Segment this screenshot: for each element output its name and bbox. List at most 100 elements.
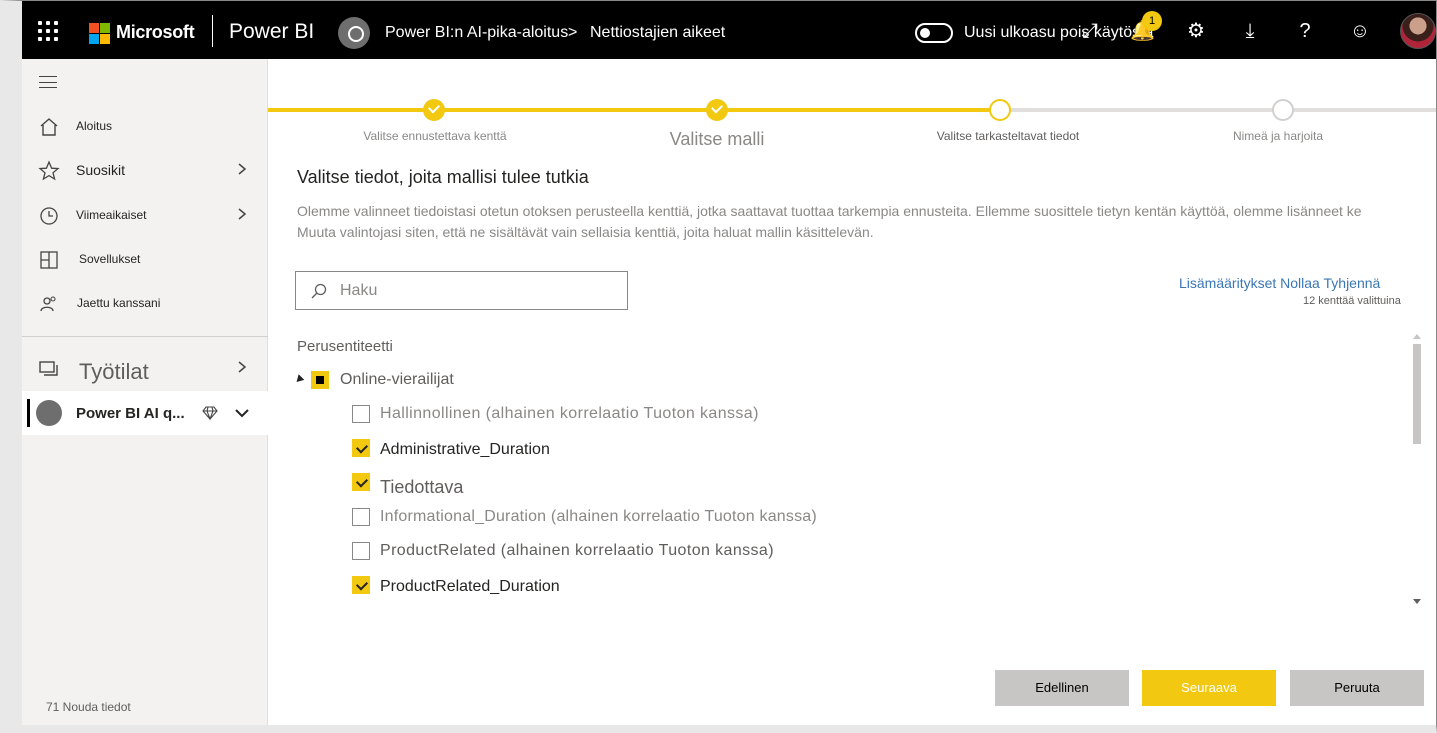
topbar-divider: [212, 15, 213, 47]
chevron-right-icon[interactable]: [235, 207, 249, 221]
app-name[interactable]: Power BI: [229, 20, 314, 44]
feedback-smiley-icon[interactable]: ☺: [1348, 19, 1372, 43]
advanced-link[interactable]: Lisämääritykset: [1179, 275, 1276, 291]
step-3-label: Valitse tarkasteltavat tiedot: [936, 129, 1080, 143]
shared-icon: [40, 296, 56, 312]
premium-diamond-icon: [202, 406, 218, 421]
workspace-avatar: [36, 400, 62, 426]
chevron-right-icon[interactable]: [235, 162, 249, 176]
entity-heading: Perusentiteetti: [297, 338, 393, 355]
sidebar-divider: [22, 336, 268, 337]
clear-link[interactable]: Tyhjennä: [1324, 275, 1381, 291]
settings-gear-icon[interactable]: ⚙: [1184, 19, 1208, 43]
scroll-up-arrow-icon[interactable]: [1413, 334, 1421, 339]
new-look-toggle-label: Uusi ulkoasu pois käytöstä: [964, 24, 1154, 41]
field-checkbox[interactable]: [352, 405, 370, 423]
new-look-toggle[interactable]: [915, 23, 953, 43]
previous-button[interactable]: Edellinen: [995, 670, 1129, 706]
notification-badge: 1: [1142, 11, 1162, 31]
current-workspace[interactable]: Power BI AI q...: [22, 391, 268, 435]
field-row[interactable]: Informational_Duration (alhainen korrela…: [352, 508, 1352, 532]
nav-label-favorites: Suosikit: [76, 162, 126, 178]
scroll-down-arrow-icon[interactable]: [1413, 599, 1421, 604]
field-row[interactable]: Hallinnollinen (alhainen korrelaatio Tuo…: [352, 405, 1352, 429]
nav-item-home[interactable]: Aloitus: [22, 107, 268, 147]
chevron-down-icon[interactable]: [234, 406, 250, 420]
nav-label-home: Aloitus: [76, 119, 113, 133]
field-row[interactable]: ProductRelated_Duration: [352, 576, 1352, 600]
help-icon[interactable]: ?: [1293, 19, 1317, 43]
scroll-thumb[interactable]: [1413, 344, 1421, 444]
search-input[interactable]: [340, 280, 610, 302]
nav-label-shared: Jaettu kanssani: [77, 296, 161, 310]
reset-link[interactable]: Nollaa: [1280, 275, 1320, 291]
search-box[interactable]: [295, 271, 628, 310]
nav-item-recent[interactable]: Viimeaikaiset: [22, 196, 268, 236]
field-list-scrollbar[interactable]: [1412, 334, 1422, 609]
current-workspace-name: Power BI AI q...: [76, 405, 185, 422]
brand-name: Microsoft: [116, 22, 195, 42]
stepper-progress-line: [268, 108, 1003, 112]
workspaces-icon: [39, 361, 58, 376]
step-2-node: [706, 99, 728, 121]
chevron-right-icon[interactable]: [235, 360, 249, 374]
field-row[interactable]: ProductRelated (alhainen korrelaatio Tuo…: [352, 542, 1352, 566]
entity-checkbox-partial[interactable]: [311, 371, 329, 389]
active-indicator: [27, 399, 30, 427]
app-launcher-icon[interactable]: [38, 21, 58, 41]
field-row[interactable]: Administrative_Duration: [352, 439, 1352, 463]
collapse-arrow-icon[interactable]: [293, 374, 305, 385]
field-label: Tiedottava: [380, 477, 464, 497]
field-label: Administrative_Duration: [380, 441, 550, 458]
apps-icon: [40, 251, 58, 269]
field-checkbox[interactable]: [352, 542, 370, 560]
step-3-node: [989, 99, 1011, 121]
field-actions: Lisämääritykset Nollaa Tyhjennä: [1179, 275, 1380, 291]
download-icon[interactable]: ⤓: [1238, 19, 1262, 43]
step-4-label: Nimeä ja harjoita: [1232, 129, 1324, 143]
field-checkbox[interactable]: [352, 473, 370, 491]
breadcrumb-workspace[interactable]: Power BI:n AI-pika-aloitus: [385, 24, 568, 42]
hamburger-menu-icon[interactable]: [39, 76, 57, 88]
clock-icon: [40, 207, 58, 225]
star-icon: [38, 160, 60, 181]
left-nav: Aloitus Suosikit Viimeaikaiset Sovelluks…: [22, 59, 268, 725]
field-row[interactable]: Tiedottava: [352, 473, 1352, 497]
cancel-button[interactable]: Peruuta: [1290, 670, 1424, 706]
field-checkbox[interactable]: [352, 576, 370, 594]
nav-label-recent: Viimeaikaiset: [76, 208, 147, 222]
stepper-remaining-line: [1003, 108, 1436, 112]
field-checkbox[interactable]: [352, 439, 370, 457]
step-1-node: [423, 99, 445, 121]
step-1-label: Valitse ennustettava kenttä: [363, 129, 507, 143]
nav-item-shared[interactable]: Jaettu kanssani: [22, 284, 268, 324]
field-label: Hallinnollinen (alhainen korrelaatio Tuo…: [380, 405, 759, 422]
workspace-avatar: [338, 17, 370, 49]
step-4-node: [1272, 99, 1294, 121]
nav-item-apps[interactable]: Sovellukset: [22, 240, 268, 280]
field-checkbox[interactable]: [352, 508, 370, 526]
next-button[interactable]: Seuraava: [1142, 670, 1276, 706]
breadcrumb-item[interactable]: Nettiostajien aikeet: [590, 24, 725, 42]
description-line-2: Muuta valintojasi siten, että ne sisältä…: [297, 224, 874, 240]
home-icon: [40, 118, 58, 136]
nav-label-workspaces: Työtilat: [79, 359, 149, 384]
microsoft-logo-icon: [89, 23, 110, 44]
field-label: ProductRelated_Duration: [380, 578, 560, 595]
entity-name: Online-vierailijat: [340, 371, 454, 388]
page-title: Valitse tiedot, joita mallisi tulee tutk…: [297, 167, 589, 187]
app-window: Microsoft Power BI Power BI:n AI-pika-al…: [0, 0, 1437, 733]
main-content: Valitse ennustettava kenttä Valitse mall…: [268, 59, 1436, 725]
field-label: ProductRelated (alhainen korrelaatio Tuo…: [380, 542, 774, 559]
search-icon: [311, 283, 327, 299]
nav-item-workspaces[interactable]: Työtilat: [22, 349, 268, 391]
description-line-1: Olemme valinneet tiedoistasi otetun otok…: [297, 203, 1362, 219]
get-data-link[interactable]: 71 Nouda tiedot: [46, 700, 131, 714]
expand-icon[interactable]: ⤢: [1078, 19, 1102, 43]
page-description: Olemme valinneet tiedoistasi otetun otok…: [297, 201, 1436, 243]
breadcrumb-separator: >: [568, 24, 578, 41]
nav-item-favorites[interactable]: Suosikit: [22, 151, 268, 191]
user-avatar[interactable]: [1400, 13, 1436, 49]
top-bar: Microsoft Power BI Power BI:n AI-pika-al…: [22, 1, 1436, 59]
entity-tree-root[interactable]: Online-vierailijat: [293, 370, 595, 392]
